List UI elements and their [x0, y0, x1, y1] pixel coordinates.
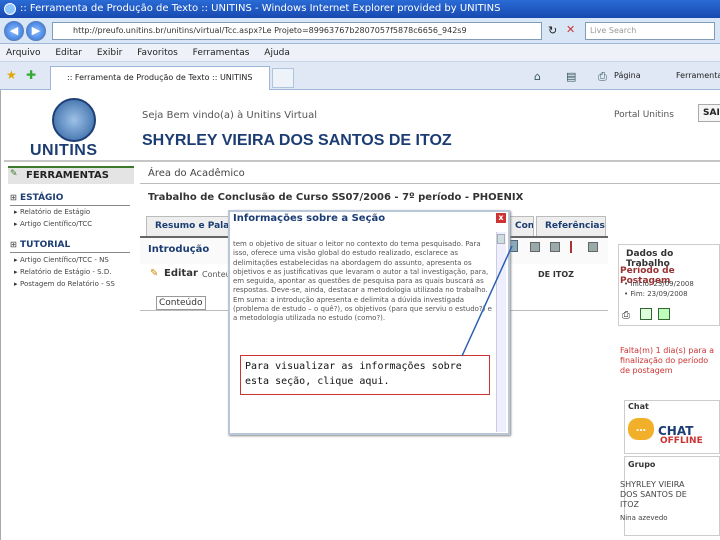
menu-arquivo[interactable]: Arquivo [6, 48, 40, 58]
chat-status: OFFLINE [660, 436, 703, 446]
new-tab-button[interactable] [272, 68, 294, 88]
callout-annotation: Para visualizar as informações sobre est… [240, 355, 490, 395]
sidebar-item-tutorial-artigo[interactable]: Artigo Científico/TCC - NS [14, 256, 109, 264]
chat-heading: Chat [628, 402, 649, 411]
sidebar-section-tutorial[interactable]: TUTORIAL [10, 240, 70, 250]
window-titlebar: :: Ferramenta de Produção de Texto :: UN… [0, 0, 720, 18]
print-icon[interactable]: ⎙ [598, 70, 607, 84]
menu-editar[interactable]: Editar [55, 48, 82, 58]
modal-body-text: tem o objetivo de situar o leitor no con… [233, 240, 492, 323]
portal-link[interactable]: Portal Unitins [614, 110, 674, 120]
sidebar-item-tutorial-postagem[interactable]: Postagem do Relatório - SS [14, 280, 115, 288]
content-label: Conteúdo [156, 296, 206, 310]
tab-bar: ★ ✚ :: Ferramenta de Produção de Texto :… [0, 62, 720, 90]
tools-icon: ✎ [10, 169, 18, 179]
header-divider [4, 160, 720, 162]
sidebar-item-relatorio[interactable]: Relatório de Estágio [14, 208, 90, 216]
modal-title: Informações sobre a Seção [233, 213, 386, 224]
student-short: DE ITOZ [538, 270, 574, 279]
grupo-member-2: Nina azevedo [620, 514, 668, 522]
sidebar-section-estagio[interactable]: ESTÁGIO [10, 193, 63, 203]
edit-icon[interactable]: ✎ [150, 268, 158, 279]
tcc-title: Trabalho de Conclusão de Curso SS07/2006… [148, 192, 524, 203]
refresh-icon[interactable]: ↻ [548, 24, 557, 37]
browser-tab[interactable]: :: Ferramenta de Produção de Texto :: UN… [50, 66, 270, 90]
window-title: :: Ferramenta de Produção de Texto :: UN… [20, 3, 501, 14]
favorites-star-icon[interactable]: ★ [6, 68, 17, 82]
edit-link[interactable]: Editar [164, 268, 198, 279]
help-icon[interactable] [530, 242, 540, 252]
menu-ferramentas[interactable]: Ferramentas [193, 48, 250, 58]
separator-icon [570, 241, 572, 253]
welcome-text: Seja Bem vindo(a) à Unitins Virtual [142, 110, 317, 121]
tab-referencias[interactable]: Referências [536, 216, 606, 236]
periodo-fim: • Fim: 23/09/2008 [624, 290, 688, 298]
tools-menu[interactable]: Ferramentas [676, 71, 720, 80]
forward-icon[interactable]: ▶ [26, 21, 46, 41]
modal-close-icon[interactable]: x [496, 213, 506, 223]
print-section-icon[interactable] [588, 242, 598, 252]
area-heading: Área do Acadêmico [140, 164, 720, 184]
exit-button[interactable]: SAIR [698, 104, 720, 122]
tab-resumo[interactable]: Resumo e Palavras-Chaves [146, 216, 232, 236]
user-name: SHYRLEY VIEIRA DOS SANTOS DE ITOZ [142, 132, 452, 149]
menu-ajuda[interactable]: Ajuda [264, 48, 290, 58]
sidebar-divider [10, 252, 130, 253]
word-export-icon[interactable] [640, 308, 652, 320]
back-icon[interactable]: ◀ [4, 21, 24, 41]
modal-scrollbar[interactable] [496, 232, 506, 432]
add-favorites-icon[interactable]: ✚ [26, 68, 36, 82]
section-label: Introdução [148, 244, 210, 255]
tab-conclusao[interactable]: Conclusão [506, 216, 534, 236]
sidebar-item-tutorial-relatorio[interactable]: Relatório de Estágio - S.D. [14, 268, 111, 276]
url-input[interactable]: http://preufo.unitins.br/unitins/virtual… [52, 22, 542, 40]
print-icon[interactable]: ⎙ [622, 310, 630, 321]
feeds-icon[interactable]: ▤ [566, 70, 576, 83]
sidebar-divider [10, 205, 130, 206]
grupo-heading: Grupo [628, 460, 656, 469]
excel-export-icon[interactable] [658, 308, 670, 320]
grupo-member: SHYRLEY VIEIRA DOS SANTOS DE ITOZ [620, 480, 687, 509]
menu-bar: Arquivo Editar Exibir Favoritos Ferramen… [0, 44, 720, 62]
menu-exibir[interactable]: Exibir [97, 48, 122, 58]
address-bar: ◀ ▶ http://preufo.unitins.br/unitins/vir… [0, 18, 720, 44]
page-menu[interactable]: Página [614, 71, 641, 80]
unitins-logo-text: UNITINS [30, 142, 98, 159]
search-input[interactable]: Live Search [585, 22, 715, 40]
close-section-icon[interactable] [550, 242, 560, 252]
stop-icon[interactable]: ✕ [566, 23, 575, 36]
menu-favoritos[interactable]: Favoritos [137, 48, 178, 58]
sidebar-item-artigo[interactable]: Artigo Científico/TCC [14, 220, 92, 228]
modal-scroll-thumb[interactable] [497, 234, 505, 244]
ie-icon [4, 3, 16, 15]
home-icon[interactable]: ⌂ [534, 70, 541, 83]
deadline-warning: Falta(m) 1 dia(s) para a finalização do … [620, 346, 715, 375]
periodo-inicio: • Início: 23/09/2008 [624, 280, 694, 288]
chat-bubble-icon[interactable]: … [628, 418, 654, 440]
sidebar-heading: FERRAMENTAS [8, 166, 134, 184]
unitins-logo-emblem [52, 98, 96, 142]
